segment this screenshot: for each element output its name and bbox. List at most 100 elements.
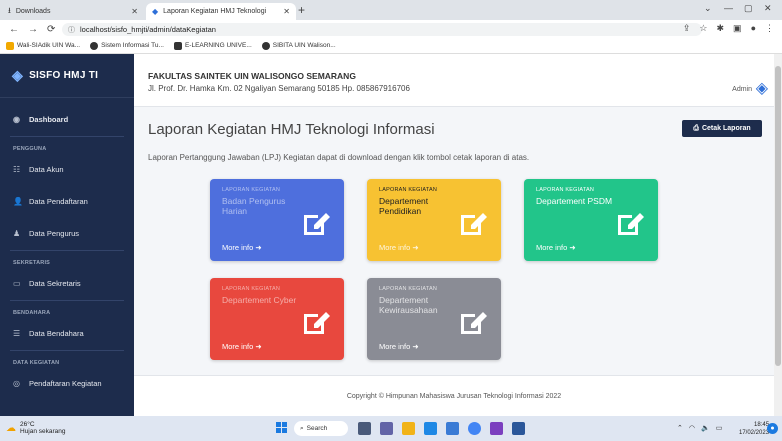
sidebar-item-data-pengurus[interactable]: ♟ Data Pengurus	[0, 226, 134, 240]
card-departement-psdm[interactable]: LAPORAN KEGIATAN Departement PSDM More i…	[524, 179, 658, 261]
edit-icon	[618, 213, 644, 235]
clock[interactable]: 18:45 17/02/2023	[739, 421, 769, 437]
bookmark-label: Sistem Informasi Tu...	[101, 42, 164, 49]
sidebar-item-data-akun[interactable]: ☷ Data Akun	[0, 162, 134, 176]
bookmark-label: E-LEARNING UNIVE...	[184, 42, 252, 49]
bookmark-item[interactable]: Wali-SIAdik UIN Wa...	[6, 41, 81, 50]
file-explorer-icon[interactable]	[402, 422, 415, 435]
extensions-icon[interactable]: ✱	[717, 23, 725, 34]
brand[interactable]: ◈ SISFO HMJ TI	[0, 54, 134, 98]
sidebar-item-data-bendahara[interactable]: ☰ Data Bendahara	[0, 326, 134, 340]
tab-list-icon[interactable]: ⌄	[704, 3, 712, 14]
main-content: Laporan Kegiatan HMJ Teknologi Informasi…	[134, 107, 774, 416]
more-info-label: More info	[379, 243, 411, 252]
bookmark-item[interactable]: SIBITA UIN Walison...	[261, 41, 336, 50]
app-icon[interactable]	[490, 422, 503, 435]
more-info-link[interactable]: More info ➜	[379, 342, 419, 351]
edit-icon	[461, 312, 487, 334]
tab-laporan[interactable]: ◆ Laporan Kegiatan HMJ Teknologi ✕	[146, 3, 296, 20]
tab-downloads[interactable]: ⭳ Downloads ✕	[2, 3, 144, 20]
weather-widget[interactable]: ☁ 26°C Hujan sekarang	[6, 421, 66, 435]
teams-icon[interactable]	[380, 422, 393, 435]
card-departement-kewirausahaan[interactable]: LAPORAN KEGIATAN Departement Kewirausaha…	[367, 278, 501, 360]
bookmark-item[interactable]: Sistem Informasi Tu...	[90, 41, 164, 50]
system-tray[interactable]: ⌃ ◠ 🔈 ▭	[677, 424, 722, 432]
card-badan-pengurus-harian[interactable]: LAPORAN KEGIATAN Badan Pengurus Harian M…	[210, 179, 344, 261]
sidebar-item-label: Data Akun	[29, 164, 64, 174]
globe-icon	[261, 41, 270, 50]
browser-tab-bar: ⭳ Downloads ✕ ◆ Laporan Kegiatan HMJ Tek…	[0, 0, 782, 20]
inbox-icon: ▭	[13, 278, 21, 288]
more-info-link[interactable]: More info ➜	[222, 342, 262, 351]
sidebar-item-data-sekretaris[interactable]: ▭ Data Sekretaris	[0, 276, 134, 290]
task-view-icon[interactable]	[358, 422, 371, 435]
arrow-circle-icon: ➜	[569, 243, 576, 252]
info-icon[interactable]: ⓘ	[68, 25, 75, 35]
word-icon[interactable]	[512, 422, 525, 435]
menu-icon[interactable]: ⋮	[765, 23, 774, 34]
minimize-icon[interactable]: —	[724, 3, 733, 13]
close-tab-icon[interactable]: ✕	[131, 7, 138, 16]
chevron-up-icon[interactable]: ⌃	[677, 424, 683, 432]
card-label: LAPORAN KEGIATAN	[379, 187, 438, 193]
volume-icon[interactable]: 🔈	[701, 424, 710, 432]
print-icon: ⎙	[693, 124, 699, 132]
card-departement-cyber[interactable]: LAPORAN KEGIATAN Departement Cyber More …	[210, 278, 344, 360]
page-scrollbar[interactable]	[774, 54, 782, 416]
share-icon[interactable]: ⇪	[683, 23, 691, 34]
card-title: Departement Pendidikan	[379, 196, 429, 216]
close-tab-icon[interactable]: ✕	[283, 7, 290, 16]
notification-icon[interactable]: ●	[767, 423, 778, 434]
more-info-link[interactable]: More info ➜	[379, 243, 419, 252]
edge-icon[interactable]	[424, 422, 437, 435]
edit-icon	[461, 213, 487, 235]
more-info-label: More info	[379, 342, 411, 351]
card-title: Departement Cyber	[222, 295, 297, 305]
bookmark-label: SIBITA UIN Walison...	[272, 42, 336, 49]
user-logo-icon[interactable]: ◈	[756, 78, 768, 98]
card-departement-pendidikan[interactable]: LAPORAN KEGIATAN Departement Pendidikan …	[367, 179, 501, 261]
arrow-circle-icon: ➜	[412, 243, 419, 252]
reload-icon[interactable]: ⟳	[47, 24, 55, 35]
card-title: Departement Kewirausahaan	[379, 295, 438, 315]
sidebar-item-label: Dashboard	[29, 114, 69, 124]
sidebar-item-pendaftaran-kegiatan[interactable]: ◎ Pendaftaran Kegiatan	[0, 376, 134, 390]
close-window-icon[interactable]: ✕	[764, 3, 772, 14]
print-report-button[interactable]: ⎙ Cetak Laporan	[682, 120, 762, 137]
sidebar: ◈ SISFO HMJ TI ◉ Dashboard PENGGUNA ☷ Data…	[0, 54, 134, 416]
bookmark-icon	[6, 41, 14, 50]
url-input[interactable]: ⓘ localhost/sisfo_hmjti/admin/dataKegiat…	[62, 23, 702, 36]
clock-time: 18:45	[754, 422, 770, 428]
back-icon[interactable]: ←	[9, 24, 19, 35]
globe-icon	[90, 41, 99, 50]
admin-label[interactable]: Admin	[732, 86, 752, 93]
sidepanel-icon[interactable]: ▣	[733, 23, 742, 34]
new-tab-button[interactable]: +	[298, 3, 305, 17]
battery-icon[interactable]: ▭	[716, 424, 723, 432]
wifi-icon[interactable]: ◠	[689, 424, 695, 432]
windows-start-icon[interactable]	[276, 422, 288, 434]
profile-icon[interactable]: ●	[751, 23, 756, 34]
maximize-icon[interactable]: ▢	[744, 3, 753, 14]
card-label: LAPORAN KEGIATAN	[222, 187, 281, 193]
sidebar-item-data-pendaftaran[interactable]: 👤 Data Pendaftaran	[0, 194, 134, 208]
more-info-label: More info	[222, 342, 254, 351]
more-info-link[interactable]: More info ➜	[536, 243, 576, 252]
sidebar-item-dashboard[interactable]: ◉ Dashboard	[0, 112, 134, 126]
bookmark-item[interactable]: E-LEARNING UNIVE...	[173, 41, 252, 50]
tab-label: Downloads	[15, 8, 51, 15]
forward-icon[interactable]: →	[28, 24, 38, 35]
more-info-link[interactable]: More info ➜	[222, 243, 262, 252]
sidebar-item-label: Data Pengurus	[29, 228, 80, 238]
taskbar-search[interactable]: ⌕ Search	[294, 421, 348, 436]
scrollbar-thumb[interactable]	[775, 66, 781, 366]
bookmark-label: Wali-SIAdik UIN Wa...	[17, 42, 81, 49]
footer: Copyright © Himpunan Mahasiswa Jurusan T…	[134, 375, 774, 416]
mail-icon[interactable]	[446, 422, 459, 435]
faculty-name: FAKULTAS SAINTEK UIN WALISONGO SEMARANG	[148, 71, 356, 81]
card-label: LAPORAN KEGIATAN	[379, 286, 438, 292]
tab-label: Laporan Kegiatan HMJ Teknologi	[163, 8, 267, 15]
star-icon[interactable]: ☆	[699, 23, 707, 34]
weather-icon: ☁	[6, 422, 16, 434]
chrome-icon[interactable]	[468, 422, 481, 435]
